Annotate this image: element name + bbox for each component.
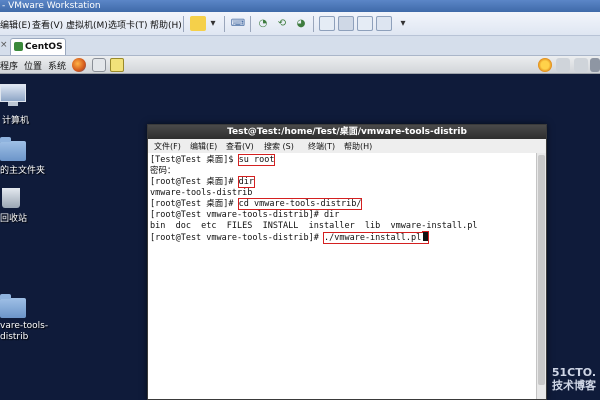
terminal-line: [root@Test 桌面]# cd vmware-tools-distrib/ <box>150 198 363 210</box>
gnome-top-panel: 程序 位置 系统 <box>0 56 600 74</box>
text-cursor <box>423 232 429 241</box>
menu-view[interactable]: 查看(V) <box>32 18 63 31</box>
more-dropdown-icon[interactable]: ▾ <box>395 16 411 31</box>
terminal-line: [root@Test vmware-tools-distrib]# dir <box>150 210 340 220</box>
terminal-menu-edit[interactable]: 编辑(E) <box>190 141 217 152</box>
terminal-scrollbar[interactable] <box>536 153 546 399</box>
vmware-tab-bar: × CentOS <box>0 36 600 56</box>
snapshot-icon[interactable]: ◔ <box>255 16 271 31</box>
scrollbar-thumb[interactable] <box>538 155 545 385</box>
notes-icon[interactable] <box>110 58 124 72</box>
panel-menu-system[interactable]: 系统 <box>48 59 66 72</box>
tab-centos-label: CentOS <box>25 42 63 52</box>
menu-edit[interactable]: 编辑(E) <box>0 18 31 31</box>
close-tab-icon[interactable]: × <box>0 40 8 50</box>
terminal-title: Test@Test:/home/Test/桌面/vmware-tools-dis… <box>227 127 467 137</box>
volume-icon[interactable] <box>574 58 588 72</box>
tab-centos[interactable]: CentOS <box>10 38 66 55</box>
vmware-menu-bar: 编辑(E) 查看(V) 虚拟机(M) 选项卡(T) 帮助(H) ▾ ⌨ ◔ ⟲ … <box>0 12 600 36</box>
desktop-icon-computer-label: 计算机 <box>2 116 30 126</box>
desktop-icon-home-label: 的主文件夹 <box>0 166 46 176</box>
highlighted-command: dir <box>237 176 256 188</box>
home-folder-icon <box>0 137 26 161</box>
terminal-menu-view[interactable]: 查看(V) <box>226 141 254 152</box>
mail-icon[interactable] <box>92 58 106 72</box>
terminal-line: [root@Test vmware-tools-distrib]# ./vmwa… <box>150 232 536 244</box>
menu-vm[interactable]: 虚拟机(M) <box>66 18 108 31</box>
folder-icon <box>0 294 26 318</box>
watermark: 51CTO. 技术博客 <box>552 366 596 392</box>
vm-icon <box>14 42 23 51</box>
vmware-title: - VMware Workstation <box>2 1 101 11</box>
desktop-icon-vmware-tools[interactable]: vare-tools- distrib <box>0 294 56 344</box>
terminal-menu-bar: 文件(F) 编辑(E) 查看(V) 搜索 (S) 终端(T) 帮助(H) <box>148 139 546 154</box>
terminal-line: vmware-tools-distrib <box>150 188 253 198</box>
view-console-icon[interactable] <box>319 16 335 31</box>
terminal-line: [Test@Test 桌面]$ su root <box>150 154 276 166</box>
computer-icon <box>0 84 26 102</box>
watermark-line-1: 51CTO. <box>551 366 596 379</box>
dropdown-arrow-icon[interactable]: ▾ <box>205 16 221 31</box>
terminal-menu-file[interactable]: 文件(F) <box>154 141 181 152</box>
panel-menu-applications[interactable]: 程序 <box>0 59 18 72</box>
watermark-line-2: 技术博客 <box>552 379 596 392</box>
menu-help[interactable]: 帮助(H) <box>150 18 182 31</box>
terminal-title-bar[interactable]: Test@Test:/home/Test/桌面/vmware-tools-dis… <box>148 125 546 139</box>
terminal-menu-help[interactable]: 帮助(H) <box>344 141 372 152</box>
desktop-icon-vmware-tools-label-2: distrib <box>0 332 29 342</box>
thumbnail-icon[interactable] <box>376 16 392 31</box>
vmware-screen: - VMware Workstation 编辑(E) 查看(V) 虚拟机(M) … <box>0 0 600 400</box>
send-keys-icon[interactable]: ⌨ <box>230 16 246 31</box>
terminal-menu-search[interactable]: 搜索 (S) <box>264 141 294 152</box>
terminal-menu-terminal[interactable]: 终端(T) <box>308 141 335 152</box>
terminal-window[interactable]: Test@Test:/home/Test/桌面/vmware-tools-dis… <box>147 124 547 400</box>
desktop-icon-trash[interactable]: 回收站 <box>0 186 56 226</box>
desktop-icon-trash-label: 回收站 <box>0 214 28 224</box>
vmware-title-bar: - VMware Workstation <box>0 0 600 12</box>
panel-menu-places[interactable]: 位置 <box>24 59 42 72</box>
snapshot-manager-icon[interactable]: ◕ <box>293 16 309 31</box>
network-icon[interactable] <box>556 58 570 72</box>
terminal-line: bin doc etc FILES INSTALL installer lib … <box>150 221 478 231</box>
firefox-icon[interactable] <box>72 58 86 72</box>
desktop-icon-vmware-tools-label: vare-tools- <box>0 321 49 331</box>
desktop-icon-home[interactable]: 的主文件夹 <box>0 137 56 177</box>
desktop-icon-computer[interactable]: 计算机 <box>0 84 56 126</box>
highlighted-command: su root <box>237 154 276 166</box>
unity-icon[interactable] <box>357 16 373 31</box>
highlighted-command: cd vmware-tools-distrib/ <box>237 198 363 210</box>
highlighted-command: ./vmware-install.pl <box>322 232 430 244</box>
trash-icon <box>2 188 20 208</box>
clock-icon[interactable] <box>590 58 600 72</box>
terminal-line: [root@Test 桌面]# dir <box>150 176 256 188</box>
terminal-output[interactable]: [Test@Test 桌面]$ su root 密码： [root@Test 桌… <box>148 153 536 399</box>
update-icon[interactable] <box>538 58 552 72</box>
menu-tabs[interactable]: 选项卡(T) <box>108 18 148 31</box>
revert-snapshot-icon[interactable]: ⟲ <box>274 16 290 31</box>
power-icon[interactable] <box>190 16 206 31</box>
terminal-line: 密码： <box>150 166 176 176</box>
full-screen-icon[interactable] <box>338 16 354 31</box>
